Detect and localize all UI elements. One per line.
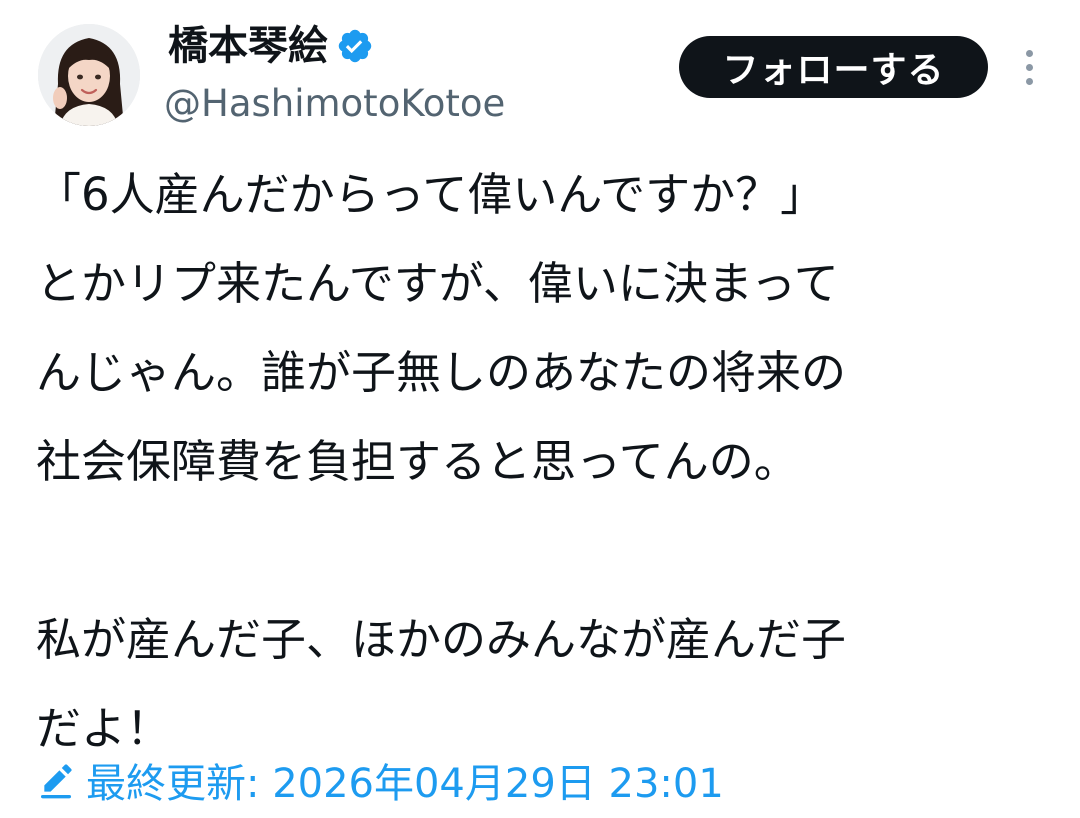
last-updated-text: 最終更新: 2026年04月29日 23:01 [86, 761, 724, 807]
avatar-image [38, 24, 140, 126]
avatar[interactable] [38, 24, 140, 126]
more-dot [1025, 77, 1033, 85]
author-handle[interactable]: @HashimotoKotoe [164, 78, 505, 130]
author-name-row: 橋本琴絵 [168, 16, 374, 76]
more-dot [1025, 49, 1033, 57]
more-vertical-icon[interactable] [1012, 44, 1046, 90]
follow-button[interactable]: フォローする [679, 36, 988, 98]
pencil-icon [36, 760, 76, 800]
author-display-name[interactable]: 橋本琴絵 [168, 16, 328, 76]
tweet-text-line: とかリプ来たんですが、偉いに決まって [36, 257, 839, 310]
last-updated[interactable]: 最終更新: 2026年04月29日 23:01 [36, 752, 724, 808]
tweet-text-line: 「6人産んだからって偉いんですか？」 [36, 168, 826, 221]
verified-badge-icon [336, 27, 374, 65]
tweet-text: 「6人産んだからって偉いんですか？」 とかリプ来たんですが、偉いに決まって んじ… [36, 150, 1046, 773]
tweet-text-line: 私が産んだ子、ほかのみんなが産んだ子 [36, 613, 847, 666]
tweet-card: 橋本琴絵 @HashimotoKotoe フォローする 「6人産んだからって偉い… [0, 0, 1080, 818]
tweet-text-line: んじゃん。誰が子無しのあなたの将来の [36, 346, 847, 399]
tweet-text-line: 社会保障費を負担すると思ってんの。 [36, 435, 799, 488]
more-dot [1025, 63, 1033, 71]
